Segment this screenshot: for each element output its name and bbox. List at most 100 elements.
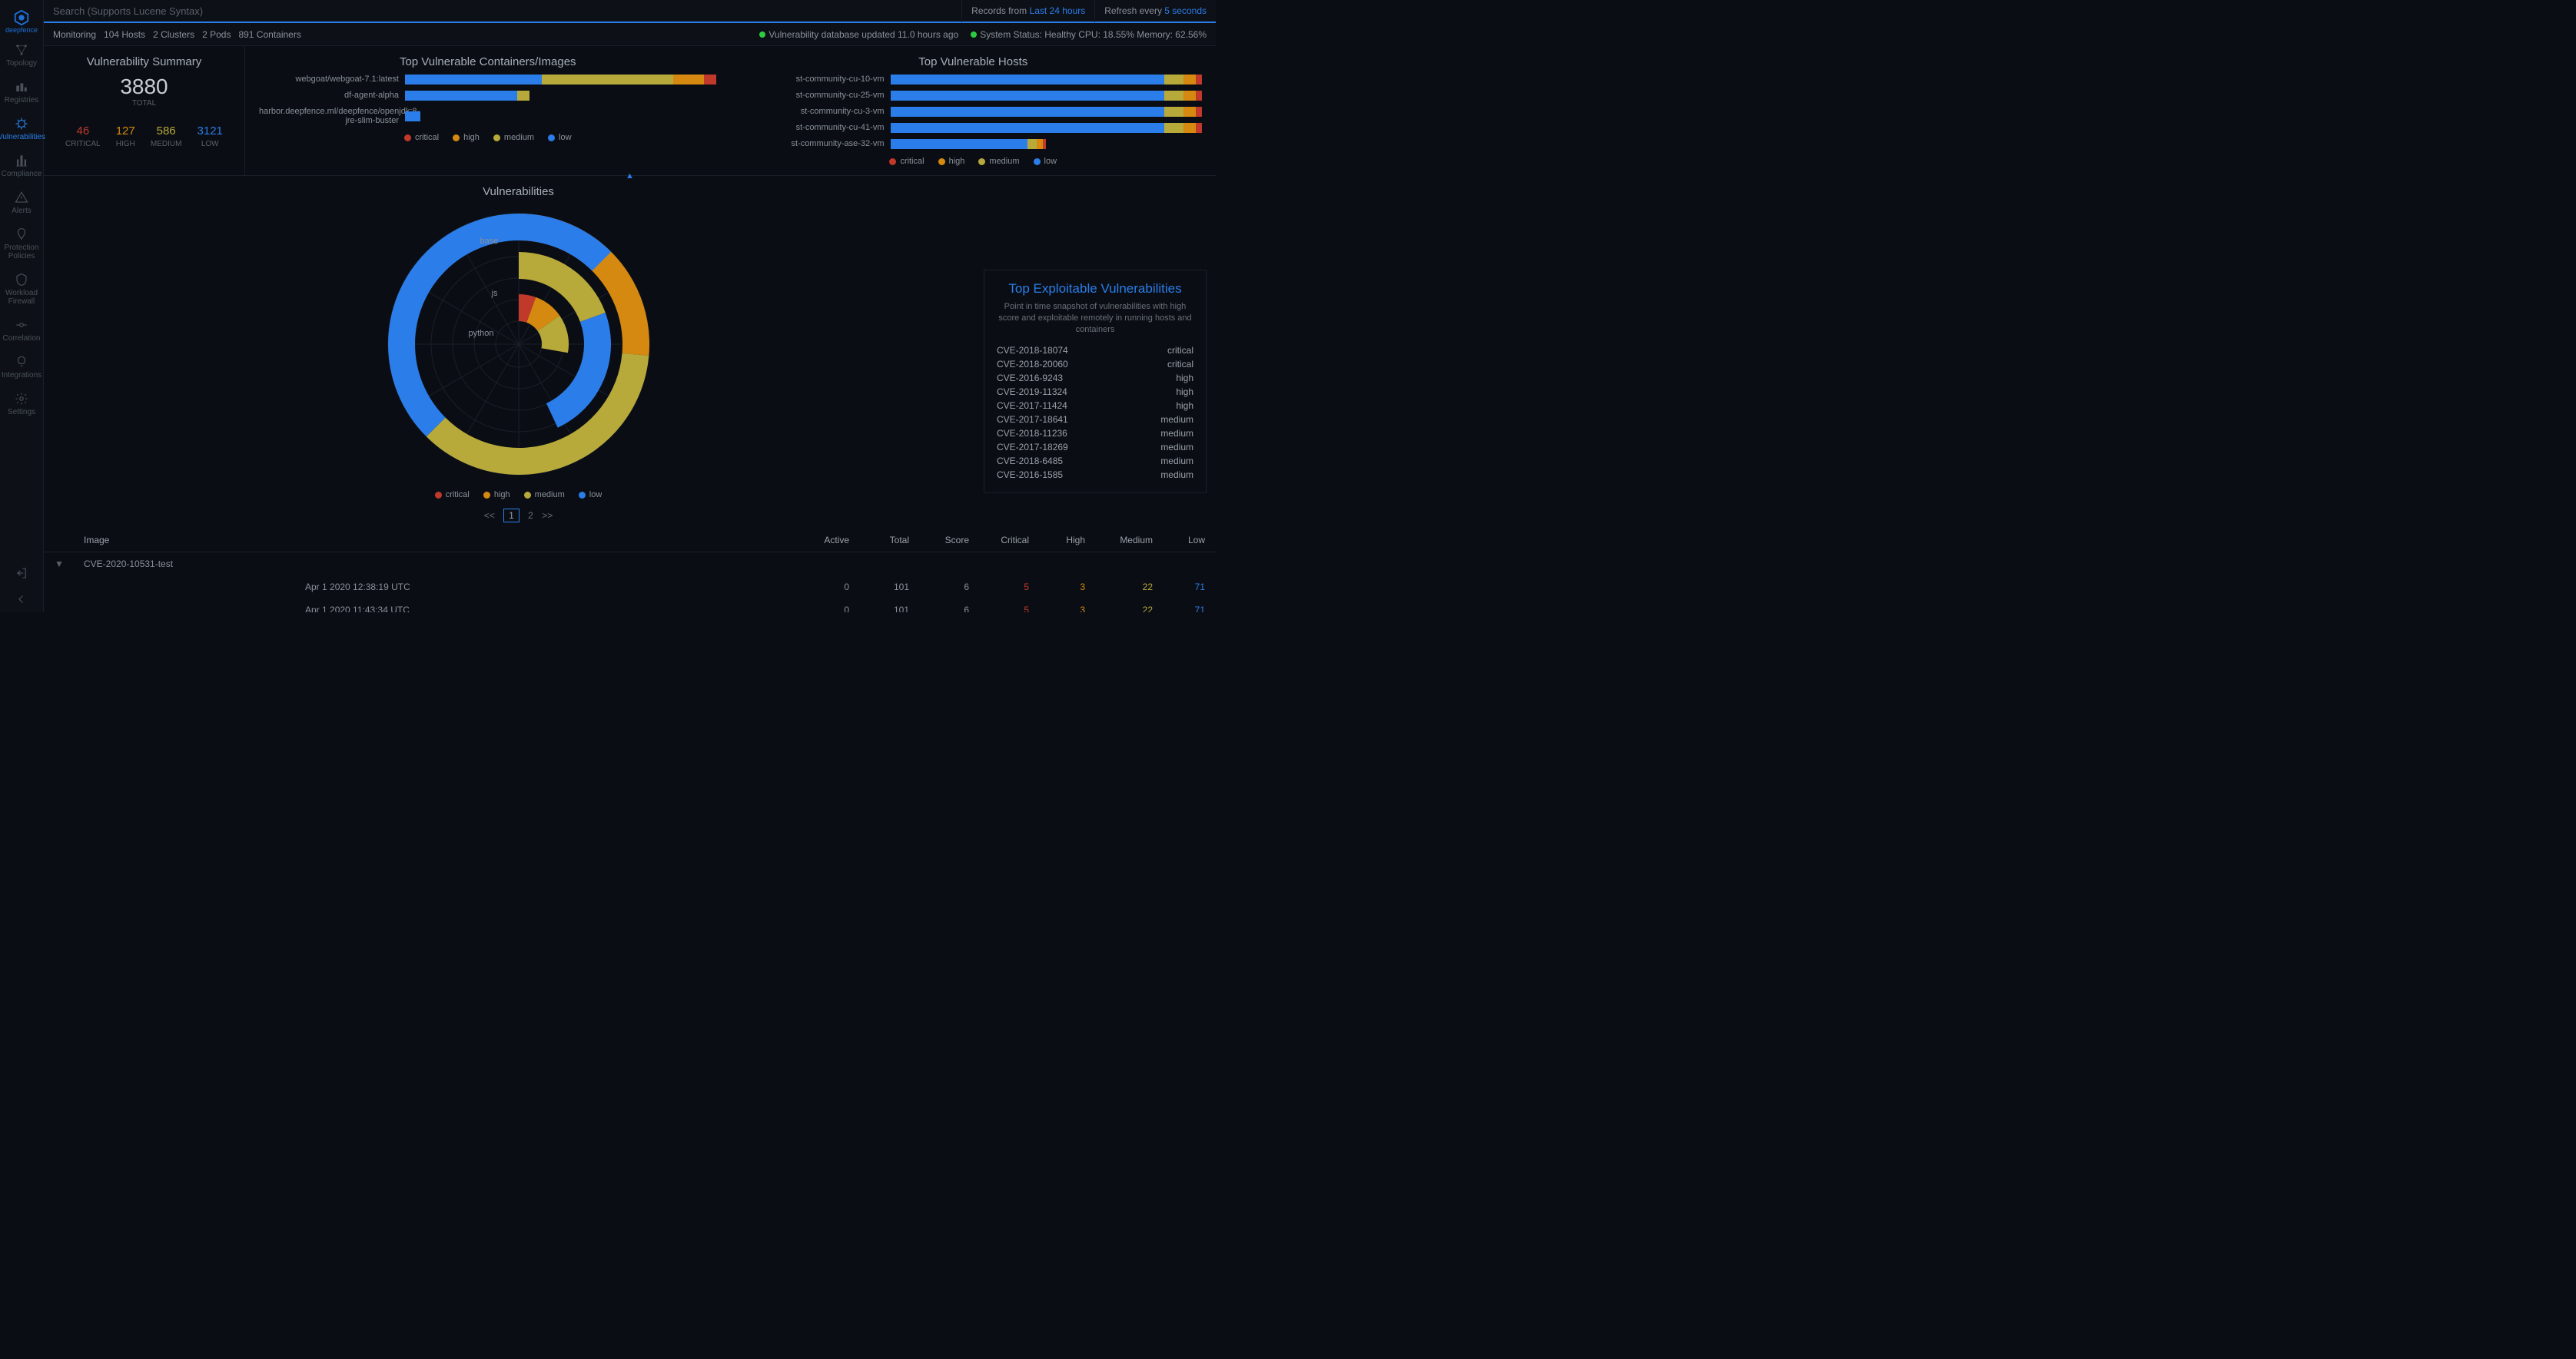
nav-correlation[interactable]: Correlation	[0, 312, 43, 349]
row-medium: 22	[1091, 605, 1153, 612]
cve-severity: high	[1176, 386, 1193, 397]
nav-alerts[interactable]: Alerts	[0, 184, 43, 221]
row-total: 101	[855, 582, 909, 592]
cve-severity: high	[1176, 373, 1193, 383]
col-high[interactable]: High	[1035, 535, 1085, 545]
expand-icon[interactable]: ▼	[55, 559, 78, 569]
records-range[interactable]: Records from Last 24 hours	[961, 0, 1094, 22]
hosts-count[interactable]: 104 Hosts	[104, 29, 145, 40]
bar-row[interactable]: st-community-cu-3-vm	[745, 107, 1203, 117]
bar-row[interactable]: st-community-ase-32-vm	[745, 139, 1203, 149]
logout-icon[interactable]	[0, 560, 43, 586]
refresh-interval[interactable]: Refresh every 5 seconds	[1094, 0, 1216, 22]
table-group-row[interactable]: ▼ CVE-2020-10531-test	[44, 552, 1216, 575]
nav-protection-policies[interactable]: Protection Policies	[0, 221, 43, 267]
col-image[interactable]: Image	[84, 535, 299, 545]
col-total[interactable]: Total	[855, 535, 909, 545]
severity-legend: critical high medium low	[745, 157, 1203, 166]
bar-row[interactable]: webgoat/webgoat-7.1:latest	[259, 75, 717, 85]
nav-compliance[interactable]: Compliance	[0, 148, 43, 184]
pager-prev[interactable]: <<	[484, 510, 495, 521]
legend-medium[interactable]: medium	[978, 157, 1019, 166]
nav-settings[interactable]: Settings	[0, 386, 43, 423]
col-medium[interactable]: Medium	[1091, 535, 1153, 545]
legend-medium[interactable]: medium	[493, 133, 534, 142]
legend-low[interactable]: low	[579, 490, 603, 499]
bar-label: df-agent-alpha	[259, 91, 405, 100]
bar-row[interactable]: harbor.deepfence.ml/deepfence/openjdk:8-…	[259, 107, 717, 125]
exploit-row[interactable]: CVE-2018-20060critical	[997, 357, 1193, 371]
cve-id: CVE-2017-18269	[997, 442, 1068, 452]
col-low[interactable]: Low	[1159, 535, 1205, 545]
table-row[interactable]: Apr 1 2020 11:43:34 UTC01016532271	[44, 598, 1216, 612]
pager-page-2[interactable]: 2	[528, 510, 533, 521]
nav-vulnerabilities[interactable]: Vulnerabilities	[0, 111, 43, 148]
summary-critical[interactable]: 46CRITICAL	[65, 124, 101, 148]
bar-row[interactable]: st-community-cu-10-vm	[745, 75, 1203, 85]
legend-low[interactable]: low	[1034, 157, 1057, 166]
brand-logo[interactable]: deepfence	[6, 6, 37, 37]
bar-track	[891, 107, 1203, 117]
summary-low[interactable]: 3121LOW	[198, 124, 223, 148]
exploit-title: Top Exploitable Vulnerabilities	[997, 281, 1193, 297]
bar-track	[891, 91, 1203, 101]
monitoring-label: Monitoring	[53, 29, 96, 40]
exploit-row[interactable]: CVE-2018-18074critical	[997, 343, 1193, 357]
legend-critical[interactable]: critical	[404, 133, 439, 142]
cve-id: CVE-2019-11324	[997, 386, 1067, 397]
legend-high[interactable]: high	[483, 490, 510, 499]
nav-topology[interactable]: Topology	[0, 37, 43, 74]
sidebar: deepfence Topology Registries Vulnerabil…	[0, 0, 44, 612]
pods-count[interactable]: 2 Pods	[202, 29, 231, 40]
cve-id: CVE-2017-11424	[997, 400, 1067, 411]
cve-id: CVE-2016-9243	[997, 373, 1063, 383]
exploit-row[interactable]: CVE-2017-11424high	[997, 399, 1193, 413]
nav-workload-firewall[interactable]: Workload Firewall	[0, 267, 43, 312]
exploit-row[interactable]: CVE-2016-1585medium	[997, 468, 1193, 482]
summary-high[interactable]: 127HIGH	[116, 124, 135, 148]
bar-row[interactable]: df-agent-alpha	[259, 91, 717, 101]
row-score: 6	[915, 582, 969, 592]
row-low: 71	[1159, 605, 1205, 612]
col-active[interactable]: Active	[788, 535, 849, 545]
severity-legend: critical high medium low	[53, 490, 984, 499]
exploit-row[interactable]: CVE-2016-9243 high	[997, 371, 1193, 385]
table-row[interactable]: Apr 1 2020 12:38:19 UTC01016532271	[44, 575, 1216, 598]
nav-integrations[interactable]: Integrations	[0, 349, 43, 386]
row-timestamp: Apr 1 2020 12:38:19 UTC	[305, 582, 782, 592]
pager-next[interactable]: >>	[542, 510, 553, 521]
bar-track	[891, 139, 1203, 149]
col-critical[interactable]: Critical	[975, 535, 1029, 545]
pager-page-1[interactable]: 1	[503, 509, 520, 522]
exploit-row[interactable]: CVE-2018-11236medium	[997, 426, 1193, 440]
exploit-row[interactable]: CVE-2018-6485medium	[997, 454, 1193, 468]
vulnerabilities-radial-panel: Vulnerabilities base js python critical …	[53, 185, 984, 529]
bar-track	[891, 123, 1203, 133]
collapse-sidebar-icon[interactable]	[0, 586, 43, 612]
cve-severity: medium	[1160, 469, 1193, 480]
exploit-subtitle: Point in time snapshot of vulnerabilitie…	[997, 301, 1193, 336]
table-header: Image Active Total Score Critical High M…	[44, 529, 1216, 552]
legend-low[interactable]: low	[548, 133, 572, 142]
exploit-row[interactable]: CVE-2017-18269medium	[997, 440, 1193, 454]
search-input[interactable]	[44, 5, 961, 17]
legend-critical[interactable]: critical	[889, 157, 924, 166]
cve-id: CVE-2018-20060	[997, 359, 1068, 370]
pager: << 1 2 >>	[53, 510, 984, 521]
bar-row[interactable]: st-community-cu-41-vm	[745, 123, 1203, 133]
radial-chart[interactable]	[380, 206, 657, 482]
bar-row[interactable]: st-community-cu-25-vm	[745, 91, 1203, 101]
exploit-row[interactable]: CVE-2019-11324 high	[997, 385, 1193, 399]
status-dot-icon	[759, 31, 765, 38]
legend-medium[interactable]: medium	[524, 490, 565, 499]
clusters-count[interactable]: 2 Clusters	[153, 29, 194, 40]
bar-label: st-community-ase-32-vm	[745, 139, 891, 148]
legend-critical[interactable]: critical	[435, 490, 470, 499]
exploit-row[interactable]: CVE-2017-18641medium	[997, 413, 1193, 426]
nav-registries[interactable]: Registries	[0, 74, 43, 111]
col-score[interactable]: Score	[915, 535, 969, 545]
legend-high[interactable]: high	[938, 157, 965, 166]
legend-high[interactable]: high	[453, 133, 480, 142]
containers-count[interactable]: 891 Containers	[238, 29, 300, 40]
summary-medium[interactable]: 586MEDIUM	[151, 124, 182, 148]
